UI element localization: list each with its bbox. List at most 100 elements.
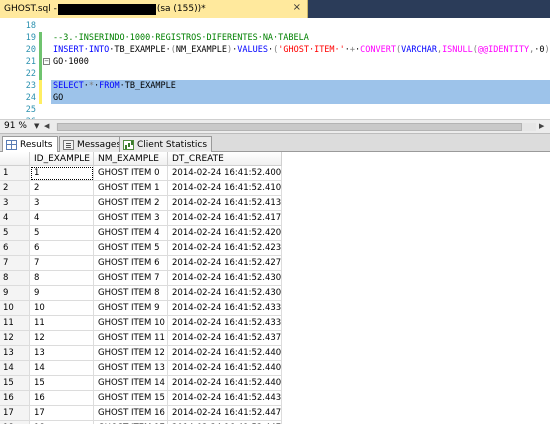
table-row[interactable]: 9 9 GHOST ITEM 8 2014-02-24 16:41:52.430 xyxy=(0,286,550,301)
cell-id-example[interactable]: 4 xyxy=(30,211,94,226)
cell-nm-example[interactable]: GHOST ITEM 11 xyxy=(94,331,168,346)
row-number-cell[interactable]: 6 xyxy=(0,241,30,256)
cell-dt-create[interactable]: 2014-02-24 16:41:52.430 xyxy=(168,286,282,301)
table-row[interactable]: 10 10 GHOST ITEM 9 2014-02-24 16:41:52.433 xyxy=(0,301,550,316)
document-tab-ghost-sql[interactable]: GHOST.sql - (sa (155))* × xyxy=(0,0,308,18)
editor-line[interactable]: 20 INSERT·INTO·TB_EXAMPLE·(NM_EXAMPLE)·VA… xyxy=(0,44,550,56)
editor-line[interactable]: 19 --3.·INSERINDO·1000·REGISTROS·DIFERENT… xyxy=(0,32,550,44)
cell-id-example[interactable]: 17 xyxy=(30,406,94,421)
row-number-cell[interactable]: 15 xyxy=(0,376,30,391)
row-number-cell[interactable]: 13 xyxy=(0,346,30,361)
cell-id-example[interactable]: 9 xyxy=(30,286,94,301)
cell-id-example[interactable]: 8 xyxy=(30,271,94,286)
row-number-cell[interactable]: 12 xyxy=(0,331,30,346)
cell-dt-create[interactable]: 2014-02-24 16:41:52.423 xyxy=(168,241,282,256)
column-header-id-example[interactable]: ID_EXAMPLE xyxy=(30,152,94,166)
cell-id-example[interactable]: 11 xyxy=(30,316,94,331)
cell-dt-create[interactable]: 2014-02-24 16:41:52.410 xyxy=(168,181,282,196)
editor-line[interactable]: 23 SELECT·*·FROM·TB_EXAMPLE xyxy=(0,80,550,92)
cell-nm-example[interactable]: GHOST ITEM 5 xyxy=(94,241,168,256)
row-number-cell[interactable]: 3 xyxy=(0,196,30,211)
table-row[interactable]: 11 11 GHOST ITEM 10 2014-02-24 16:41:52.433 xyxy=(0,316,550,331)
cell-nm-example[interactable]: GHOST ITEM 9 xyxy=(94,301,168,316)
table-row[interactable]: 16 16 GHOST ITEM 15 2014-02-24 16:41:52.443 xyxy=(0,391,550,406)
row-number-cell[interactable]: 5 xyxy=(0,226,30,241)
cell-id-example[interactable]: 1 xyxy=(30,166,94,181)
horizontal-scrollbar-thumb[interactable] xyxy=(57,123,522,131)
table-row[interactable]: 6 6 GHOST ITEM 5 2014-02-24 16:41:52.423 xyxy=(0,241,550,256)
cell-id-example[interactable]: 12 xyxy=(30,331,94,346)
cell-nm-example[interactable]: GHOST ITEM 15 xyxy=(94,391,168,406)
collapse-region-icon[interactable]: − xyxy=(43,58,50,65)
table-row[interactable]: 3 3 GHOST ITEM 2 2014-02-24 16:41:52.413 xyxy=(0,196,550,211)
table-row[interactable]: 15 15 GHOST ITEM 14 2014-02-24 16:41:52.440 xyxy=(0,376,550,391)
table-row[interactable]: 4 4 GHOST ITEM 3 2014-02-24 16:41:52.417 xyxy=(0,211,550,226)
scroll-left-arrow-icon[interactable]: ◀ xyxy=(44,122,49,130)
cell-id-example[interactable]: 13 xyxy=(30,346,94,361)
cell-dt-create[interactable]: 2014-02-24 16:41:52.427 xyxy=(168,256,282,271)
cell-id-example[interactable]: 3 xyxy=(30,196,94,211)
cell-dt-create[interactable]: 2014-02-24 16:41:52.447 xyxy=(168,406,282,421)
column-header-nm-example[interactable]: NM_EXAMPLE xyxy=(94,152,168,166)
zoom-level-dropdown[interactable]: 91 % xyxy=(4,121,27,131)
tab-messages[interactable]: Messages xyxy=(59,136,127,152)
cell-dt-create[interactable]: 2014-02-24 16:41:52.413 xyxy=(168,196,282,211)
cell-id-example[interactable]: 14 xyxy=(30,361,94,376)
cell-nm-example[interactable]: GHOST ITEM 4 xyxy=(94,226,168,241)
cell-id-example[interactable]: 6 xyxy=(30,241,94,256)
cell-dt-create[interactable]: 2014-02-24 16:41:52.430 xyxy=(168,271,282,286)
cell-nm-example[interactable]: GHOST ITEM 13 xyxy=(94,361,168,376)
cell-dt-create[interactable]: 2014-02-24 16:41:52.440 xyxy=(168,361,282,376)
cell-dt-create[interactable]: 2014-02-24 16:41:52.440 xyxy=(168,376,282,391)
column-header-dt-create[interactable]: DT_CREATE xyxy=(168,152,282,166)
query-editor[interactable]: 18 19 --3.·INSERINDO·1000·REGISTROS·DIFERE… xyxy=(0,18,550,127)
row-number-cell[interactable]: 16 xyxy=(0,391,30,406)
tab-results[interactable]: Results xyxy=(2,136,58,153)
cell-id-example[interactable]: 7 xyxy=(30,256,94,271)
cell-dt-create[interactable]: 2014-02-24 16:41:52.433 xyxy=(168,301,282,316)
table-row[interactable]: 8 8 GHOST ITEM 7 2014-02-24 16:41:52.430 xyxy=(0,271,550,286)
table-row[interactable]: 7 7 GHOST ITEM 6 2014-02-24 16:41:52.427 xyxy=(0,256,550,271)
scroll-right-arrow-icon[interactable]: ▶ xyxy=(539,122,544,130)
cell-nm-example[interactable]: GHOST ITEM 7 xyxy=(94,271,168,286)
cell-id-example[interactable]: 16 xyxy=(30,391,94,406)
row-number-cell[interactable]: 8 xyxy=(0,271,30,286)
cell-nm-example[interactable]: GHOST ITEM 0 xyxy=(94,166,168,181)
cell-id-example[interactable]: 2 xyxy=(30,181,94,196)
table-row[interactable]: 14 14 GHOST ITEM 13 2014-02-24 16:41:52.440 xyxy=(0,361,550,376)
cell-nm-example[interactable]: GHOST ITEM 14 xyxy=(94,376,168,391)
editor-line[interactable]: 24 GO xyxy=(0,92,550,104)
table-row[interactable]: 1 1 GHOST ITEM 0 2014-02-24 16:41:52.400 xyxy=(0,166,550,181)
row-number-cell[interactable]: 4 xyxy=(0,211,30,226)
row-number-cell[interactable]: 10 xyxy=(0,301,30,316)
editor-line[interactable]: 21− GO·1000 xyxy=(0,56,550,68)
cell-nm-example[interactable]: GHOST ITEM 16 xyxy=(94,406,168,421)
cell-id-example[interactable]: 5 xyxy=(30,226,94,241)
table-row[interactable]: 5 5 GHOST ITEM 4 2014-02-24 16:41:52.420 xyxy=(0,226,550,241)
cell-dt-create[interactable]: 2014-02-24 16:41:52.400 xyxy=(168,166,282,181)
close-tab-icon[interactable]: × xyxy=(293,2,301,13)
cell-dt-create[interactable]: 2014-02-24 16:41:52.443 xyxy=(168,391,282,406)
row-number-cell[interactable]: 11 xyxy=(0,316,30,331)
row-number-cell[interactable]: 1 xyxy=(0,166,30,181)
row-number-cell[interactable]: 14 xyxy=(0,361,30,376)
row-number-cell[interactable]: 9 xyxy=(0,286,30,301)
grid-corner-cell[interactable] xyxy=(0,152,30,166)
table-row[interactable]: 12 12 GHOST ITEM 11 2014-02-24 16:41:52.437 xyxy=(0,331,550,346)
table-row[interactable]: 17 17 GHOST ITEM 16 2014-02-24 16:41:52.447 xyxy=(0,406,550,421)
cell-nm-example[interactable]: GHOST ITEM 6 xyxy=(94,256,168,271)
cell-nm-example[interactable]: GHOST ITEM 10 xyxy=(94,316,168,331)
cell-nm-example[interactable]: GHOST ITEM 3 xyxy=(94,211,168,226)
editor-line[interactable]: 18 xyxy=(0,20,550,32)
tab-client-statistics[interactable]: Client Statistics xyxy=(119,136,213,152)
table-row[interactable]: 13 13 GHOST ITEM 12 2014-02-24 16:41:52.440 xyxy=(0,346,550,361)
cell-nm-example[interactable]: GHOST ITEM 2 xyxy=(94,196,168,211)
cell-dt-create[interactable]: 2014-02-24 16:41:52.440 xyxy=(168,346,282,361)
row-number-cell[interactable]: 2 xyxy=(0,181,30,196)
cell-nm-example[interactable]: GHOST ITEM 8 xyxy=(94,286,168,301)
editor-line[interactable]: 25 xyxy=(0,104,550,116)
row-number-cell[interactable]: 17 xyxy=(0,406,30,421)
cell-id-example[interactable]: 15 xyxy=(30,376,94,391)
cell-dt-create[interactable]: 2014-02-24 16:41:52.417 xyxy=(168,211,282,226)
cell-dt-create[interactable]: 2014-02-24 16:41:52.420 xyxy=(168,226,282,241)
